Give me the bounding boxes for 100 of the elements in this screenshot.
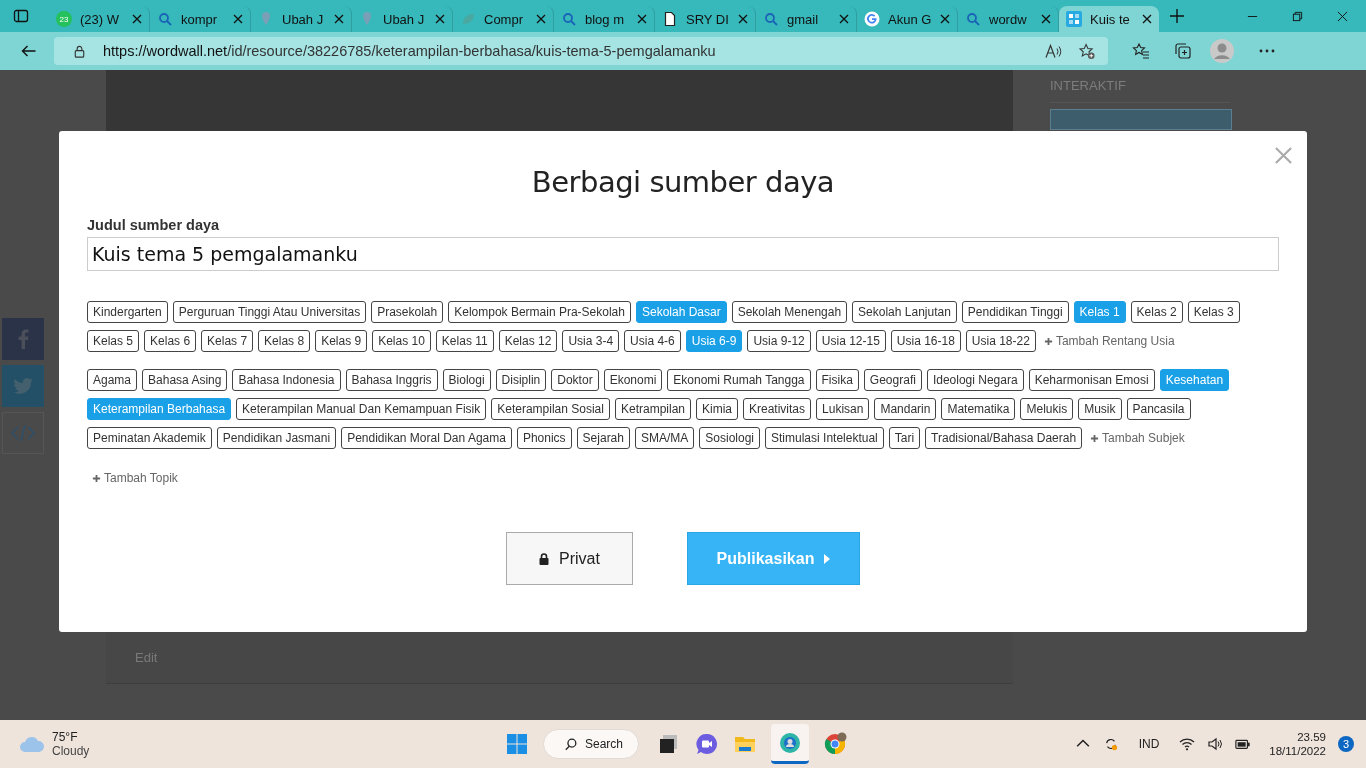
tag-chip[interactable]: Biologi [442, 369, 491, 391]
tag-chip[interactable]: Pendidikan Jasmani [216, 427, 337, 449]
wifi-icon[interactable] [1179, 737, 1196, 751]
tag-chip[interactable]: Kelas 10 [372, 330, 431, 352]
tag-chip[interactable]: Perguruan Tinggi Atau Universitas [172, 301, 367, 323]
tag-chip[interactable]: Usia 4-6 [624, 330, 681, 352]
add-link[interactable]: Tambah Rentang Usia [1055, 334, 1175, 348]
tag-chip[interactable]: Kelas 7 [201, 330, 254, 352]
tag-chip[interactable]: Tari [888, 427, 921, 449]
tag-chip[interactable]: Keterampilan Manual Dan Kemampuan Fisik [236, 398, 487, 420]
tag-chip[interactable]: Kelas 12 [498, 330, 558, 352]
tag-chip[interactable]: Usia 18-22 [965, 330, 1036, 352]
address-bar[interactable]: https://wordwall.net/id/resource/38226785/keterampilan-berbahasa/kuis-tema-5-pemgalamanku [54, 37, 1108, 65]
tag-chip[interactable]: Phonics [516, 427, 572, 449]
tag-chip[interactable]: Kelas 11 [435, 330, 494, 352]
tag-chip[interactable]: Bahasa Asing [142, 369, 228, 391]
tag-chip[interactable]: Disiplin [495, 369, 547, 391]
tag-chip[interactable]: Agama [87, 369, 138, 391]
plus-icon[interactable] [1043, 336, 1053, 346]
tag-chip[interactable]: Usia 9-12 [747, 330, 811, 352]
clock-time[interactable]: 23.59 [1297, 731, 1326, 743]
tag-chip[interactable]: Bahasa Inggris [345, 369, 438, 391]
plus-icon[interactable] [92, 473, 101, 483]
close-tab-icon[interactable] [536, 14, 546, 24]
tag-chip[interactable]: Usia 3-4 [562, 330, 620, 352]
tag-chip[interactable]: Peminatan Akademik [87, 427, 212, 449]
add-topic-link[interactable]: Tambah Topik [104, 471, 178, 485]
tag-chip[interactable]: Kelas 5 [87, 330, 140, 352]
tag-chip[interactable]: Pendidikan Tinggi [961, 301, 1069, 323]
private-button[interactable]: Privat [506, 532, 633, 585]
add-link[interactable]: Tambah Subjek [1102, 431, 1185, 445]
volume-icon[interactable] [1207, 737, 1224, 751]
chrome-icon[interactable] [823, 732, 847, 756]
tag-chip[interactable]: Sosiologi [699, 427, 761, 449]
tag-chip[interactable]: Usia 12-15 [815, 330, 886, 352]
tag-chip[interactable]: Kreativitas [743, 398, 812, 420]
browser-tab[interactable]: Kuis te [1059, 6, 1159, 32]
tag-chip[interactable]: Mandarin [874, 398, 937, 420]
tag-chip[interactable]: Kelas 9 [315, 330, 368, 352]
close-tab-icon[interactable] [435, 14, 445, 24]
close-tab-icon[interactable] [1041, 14, 1051, 24]
tag-chip[interactable]: Ekonomi Rumah Tangga [667, 369, 811, 391]
tag-chip[interactable]: Pancasila [1126, 398, 1191, 420]
start-icon[interactable] [505, 732, 529, 756]
close-tab-icon[interactable] [637, 14, 647, 24]
tag-chip[interactable]: Kelas 8 [258, 330, 311, 352]
tag-chip[interactable]: Tradisional/Bahasa Daerah [925, 427, 1083, 449]
close-tab-icon[interactable] [940, 14, 950, 24]
close-tab-icon[interactable] [132, 14, 142, 24]
favorites-icon[interactable] [1132, 42, 1150, 60]
title-input[interactable]: Kuis tema 5 pemgalamanku [87, 237, 1279, 271]
tag-chip[interactable]: Musik [1078, 398, 1122, 420]
tag-chip[interactable]: Lukisan [816, 398, 870, 420]
tag-chip[interactable]: Ideologi Negara [926, 369, 1024, 391]
tag-chip[interactable]: Kelompok Bermain Pra-Sekolah [448, 301, 631, 323]
chat-icon[interactable] [695, 732, 719, 756]
close-icon[interactable] [1337, 10, 1348, 22]
tag-chip[interactable]: Ekonomi [603, 369, 663, 391]
battery-icon[interactable] [1235, 737, 1252, 751]
tag-chip[interactable]: Pendidikan Moral Dan Agama [341, 427, 512, 449]
read-aloud-icon[interactable] [1044, 42, 1062, 60]
tag-chip[interactable]: Keterampilan Sosial [491, 398, 610, 420]
tag-chip[interactable]: Sekolah Menengah [731, 301, 848, 323]
tag-chip[interactable]: Matematika [941, 398, 1016, 420]
tag-chip[interactable]: Kelas 6 [144, 330, 197, 352]
add-favorite-icon[interactable] [1078, 42, 1096, 60]
tag-chip[interactable]: Melukis [1020, 398, 1074, 420]
close-tab-icon[interactable] [233, 14, 243, 24]
tag-chip[interactable]: Bahasa Indonesia [232, 369, 341, 391]
collections-icon[interactable] [1174, 42, 1192, 60]
new-tab-icon[interactable] [1169, 8, 1185, 24]
tab-actions-icon[interactable] [13, 8, 29, 24]
taskbar-search[interactable]: Search [543, 729, 639, 759]
tag-chip[interactable]: Geografi [863, 369, 922, 391]
close-tab-icon[interactable] [738, 14, 748, 24]
tag-chip[interactable]: Kindergarten [87, 301, 168, 323]
tag-chip[interactable]: Fisika [815, 369, 859, 391]
tag-chip[interactable]: Prasekolah [371, 301, 444, 323]
tag-chip[interactable]: SMA/MA [635, 427, 695, 449]
taskbar-app-button[interactable] [771, 724, 809, 764]
plus-icon[interactable] [1090, 433, 1100, 443]
tag-chip[interactable]: Stimulasi Intelektual [765, 427, 884, 449]
tag-chip[interactable]: Kelas 3 [1187, 301, 1240, 323]
close-tab-icon[interactable] [334, 14, 344, 24]
tag-chip[interactable]: Ketrampilan [614, 398, 691, 420]
tag-chip[interactable]: Sejarah [576, 427, 630, 449]
tag-chip[interactable]: Kelas 2 [1130, 301, 1183, 323]
tag-chip[interactable]: Doktor [551, 369, 599, 391]
tag-chip[interactable]: Usia 16-18 [890, 330, 961, 352]
close-tab-icon[interactable] [1142, 14, 1152, 24]
tag-chip[interactable]: Kimia [696, 398, 738, 420]
chat-icon: 23 [56, 11, 72, 27]
tag-chip[interactable]: Sekolah Lanjutan [852, 301, 957, 323]
close-tab-icon[interactable] [839, 14, 849, 24]
notification-badge[interactable]: 3 [1338, 736, 1354, 752]
language-indicator[interactable]: IND [1138, 737, 1160, 751]
tag-chip[interactable]: Keharmonisan Emosi [1028, 369, 1155, 391]
clock-date[interactable]: 18/11/2022 [1269, 745, 1326, 757]
back-arrow-icon[interactable] [20, 43, 37, 59]
restore-icon[interactable] [1292, 10, 1303, 22]
